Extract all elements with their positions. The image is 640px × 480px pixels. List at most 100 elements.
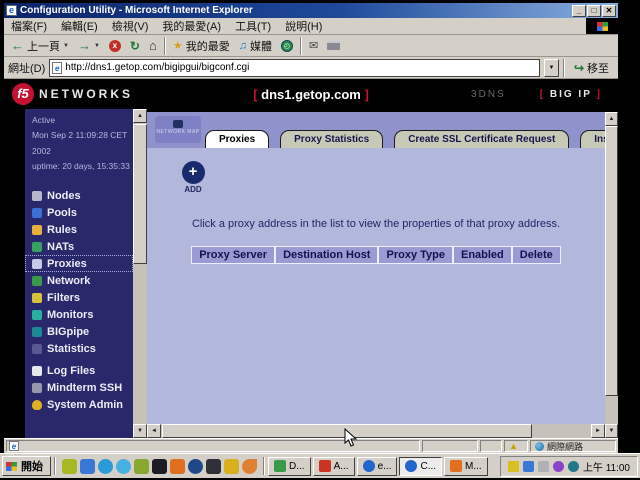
- quick-launch-icon-7[interactable]: [170, 459, 185, 474]
- monitors-icon: [32, 310, 42, 320]
- sidebar-item-log-files[interactable]: Log Files: [25, 362, 133, 379]
- stop-button[interactable]: x: [107, 39, 123, 53]
- menu-view[interactable]: 檢視(V): [105, 17, 156, 35]
- scroll-left-icon[interactable]: ◄: [147, 424, 161, 438]
- tray-icon-5[interactable]: [568, 461, 579, 472]
- quick-launch-icon-10[interactable]: [224, 459, 239, 474]
- close-button[interactable]: ✕: [602, 5, 616, 17]
- menu-help[interactable]: 說明(H): [278, 17, 329, 35]
- quick-launch-icon-2[interactable]: [80, 459, 95, 474]
- sidebar-item-label: Filters: [47, 292, 80, 304]
- go-button[interactable]: ↪ 移至: [569, 59, 614, 77]
- windows-start-icon: [6, 462, 17, 471]
- taskbar-window-label: e...: [378, 461, 392, 472]
- quick-launch-icon-1[interactable]: [62, 459, 77, 474]
- forward-dropdown-icon[interactable]: ▼: [94, 43, 100, 49]
- link-bigip[interactable]: [ BIG IP ]: [540, 89, 602, 100]
- tab-proxies[interactable]: Proxies: [205, 130, 269, 148]
- app-icon: [319, 460, 331, 472]
- scroll-up-icon[interactable]: ▲: [605, 112, 618, 126]
- address-input[interactable]: [65, 62, 537, 73]
- sidebar-item-network[interactable]: Network: [25, 272, 133, 289]
- media-button[interactable]: ♫ 媒體: [237, 37, 274, 55]
- network-icon: [32, 276, 42, 286]
- history-button[interactable]: ◴: [279, 39, 295, 53]
- tabs-row: Proxies Proxy Statistics Create SSL Cert…: [205, 130, 605, 148]
- bigpipe-icon: [32, 327, 42, 337]
- tray-icon-1[interactable]: [508, 461, 519, 472]
- minimize-button[interactable]: _: [572, 5, 586, 17]
- taskbar-window-3[interactable]: e...: [357, 457, 398, 476]
- horizontal-scrollbar[interactable]: ◄ ►: [147, 424, 605, 438]
- quick-launch-icon-11[interactable]: [242, 459, 257, 474]
- vertical-scrollbar[interactable]: ▲ ▼: [605, 112, 618, 438]
- taskbar-clock: 上午 11:00: [583, 459, 630, 474]
- sidebar-item-statistics[interactable]: Statistics: [25, 340, 133, 357]
- tab-create-ssl-certificate-request[interactable]: Create SSL Certificate Request: [394, 130, 569, 148]
- quick-launch-icon-5[interactable]: [134, 459, 149, 474]
- menu-file[interactable]: 檔案(F): [4, 17, 54, 35]
- col-destination-host: Destination Host: [275, 246, 378, 264]
- favorites-button[interactable]: ★ 我的最愛: [171, 37, 232, 55]
- taskbar-window-1[interactable]: D...: [268, 457, 311, 476]
- menu-edit[interactable]: 編輯(E): [54, 17, 105, 35]
- col-enabled: Enabled: [453, 246, 512, 264]
- sidebar-item-bigpipe[interactable]: BIGpipe: [25, 323, 133, 340]
- scroll-up-icon[interactable]: ▲: [133, 109, 147, 123]
- sidebar-item-proxies[interactable]: Proxies: [25, 255, 133, 272]
- sidebar-item-mindterm-ssh[interactable]: Mindterm SSH: [25, 379, 133, 396]
- internet-globe-icon: [535, 442, 544, 451]
- forward-button[interactable]: → ▼: [76, 38, 102, 53]
- refresh-button[interactable]: ↻: [128, 38, 142, 54]
- vertical-scrollbar-thumb[interactable]: [605, 126, 618, 396]
- sidebar-item-rules[interactable]: Rules: [25, 221, 133, 238]
- quick-launch-icon-3[interactable]: [98, 459, 113, 474]
- sidebar-item-nodes[interactable]: Nodes: [25, 187, 133, 204]
- scroll-down-icon[interactable]: ▼: [133, 424, 147, 438]
- taskbar-window-4-active[interactable]: C...: [399, 457, 442, 476]
- window-title: Configuration Utility - Microsoft Intern…: [20, 5, 569, 16]
- tab-install-ssl-certificate[interactable]: Install SSL Certif: [580, 130, 605, 148]
- quick-launch-icon-4[interactable]: [116, 459, 131, 474]
- sidebar-scrollbar[interactable]: ▲ ▼: [133, 109, 147, 438]
- home-icon: ⌂: [149, 38, 157, 53]
- back-button[interactable]: ← 上一頁 ▼: [9, 37, 71, 55]
- sidebar-item-filters[interactable]: Filters: [25, 289, 133, 306]
- sidebar-item-nats[interactable]: NATs: [25, 238, 133, 255]
- taskbar-window-5[interactable]: M...: [444, 457, 488, 476]
- menu-tools[interactable]: 工具(T): [228, 17, 278, 35]
- network-map-button[interactable]: NETWORK MAP: [155, 116, 201, 143]
- sidebar-scrollbar-thumb[interactable]: [133, 124, 147, 264]
- home-button[interactable]: ⌂: [147, 37, 159, 54]
- start-button[interactable]: 開始: [2, 456, 51, 476]
- quick-launch-icon-6[interactable]: [152, 459, 167, 474]
- ie-page-icon: e: [52, 62, 62, 74]
- sidebar-item-system-admin[interactable]: System Admin: [25, 396, 133, 413]
- scroll-down-icon[interactable]: ▼: [605, 424, 618, 438]
- link-3dns[interactable]: 3DNS: [471, 89, 506, 100]
- print-button[interactable]: [325, 40, 342, 51]
- tray-icon-2[interactable]: [523, 461, 534, 472]
- back-dropdown-icon[interactable]: ▼: [63, 43, 69, 49]
- quick-launch-icon-9[interactable]: [206, 459, 221, 474]
- maximize-button[interactable]: □: [587, 5, 601, 17]
- scroll-right-icon[interactable]: ►: [591, 424, 605, 438]
- address-dropdown-button[interactable]: ▼: [544, 59, 559, 77]
- tray-icon-4[interactable]: [553, 461, 564, 472]
- pools-icon: [32, 208, 42, 218]
- quick-launch-icon-8[interactable]: [188, 459, 203, 474]
- start-label: 開始: [21, 458, 43, 474]
- taskbar-window-2[interactable]: A...: [313, 457, 355, 476]
- tray-icon-3[interactable]: [538, 461, 549, 472]
- menu-favorites[interactable]: 我的最愛(A): [155, 17, 228, 35]
- sidebar-item-monitors[interactable]: Monitors: [25, 306, 133, 323]
- taskbar-window-buttons: D... A... e... C... M...: [268, 457, 497, 476]
- sidebar-item-pools[interactable]: Pools: [25, 204, 133, 221]
- tab-proxy-statistics[interactable]: Proxy Statistics: [280, 130, 383, 148]
- windows-logo-icon: [597, 22, 608, 31]
- mail-button[interactable]: ✉: [307, 38, 320, 53]
- status-pane: [422, 440, 478, 452]
- status-state: Active: [32, 113, 130, 128]
- add-button[interactable]: + ADD: [171, 161, 215, 194]
- warning-icon: ▲: [509, 441, 518, 451]
